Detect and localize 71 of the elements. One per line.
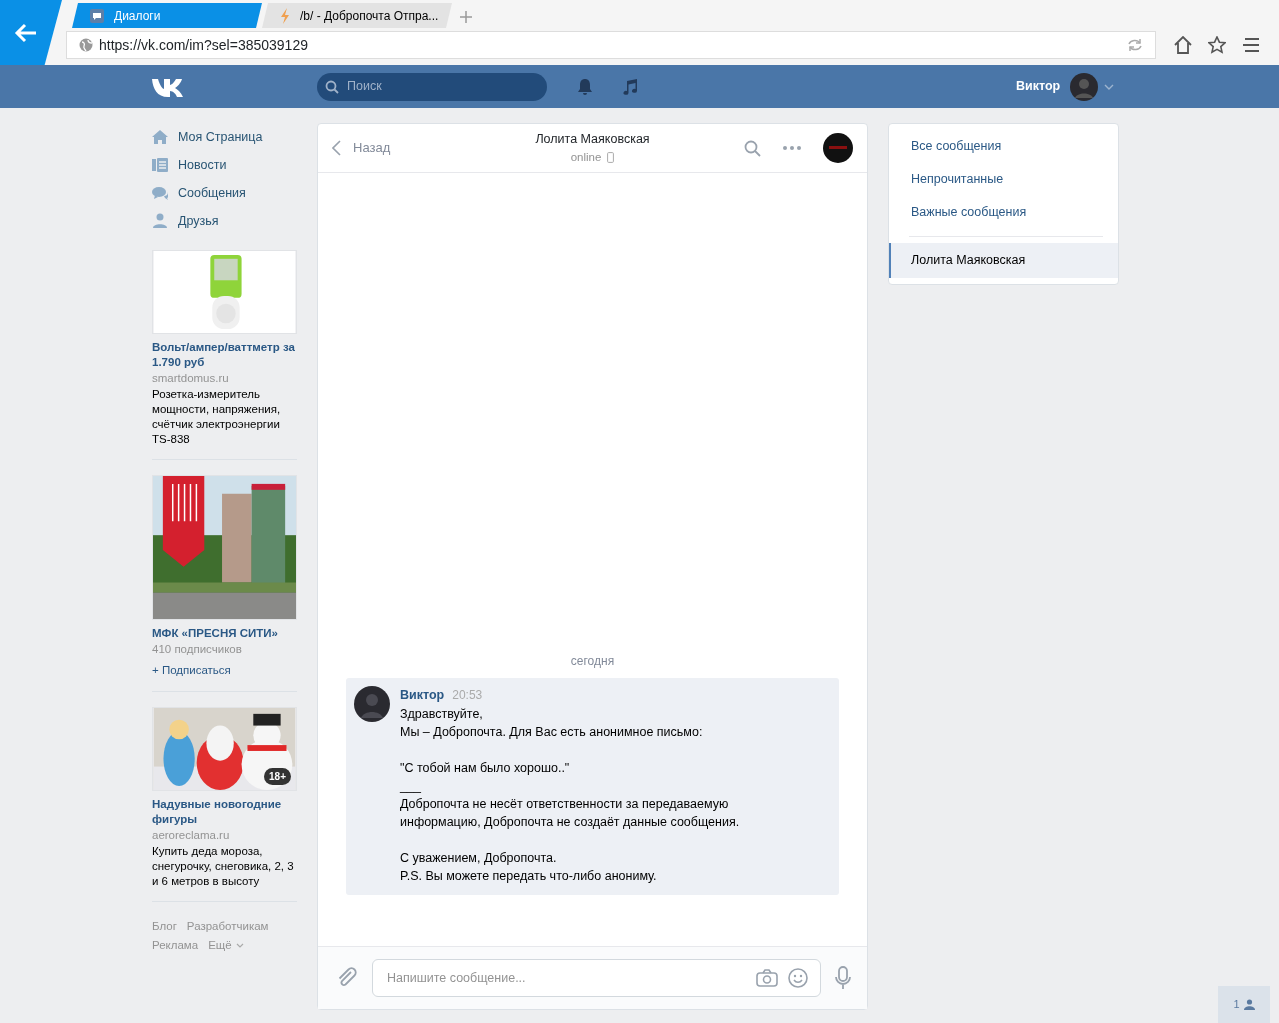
user-name[interactable]: Виктор: [1016, 77, 1061, 96]
bell-icon[interactable]: [576, 77, 594, 96]
browser-tab[interactable]: /b/ - Добропочта Отпра...: [262, 3, 452, 28]
url-text: https://vk.com/im?sel=385039129: [99, 35, 309, 55]
ad-title[interactable]: Надувные новогодние фигуры: [152, 796, 297, 827]
new-tab-icon[interactable]: [460, 11, 472, 23]
home-icon[interactable]: [1174, 36, 1192, 54]
chat-icon: [90, 8, 104, 23]
message-text: С уважением, Добропочта.: [400, 850, 558, 867]
dialog-item[interactable]: Лолита Маяковская: [889, 243, 1118, 278]
search-field[interactable]: Поиск: [345, 76, 525, 97]
home-icon: [152, 129, 168, 145]
search-icon[interactable]: [744, 139, 761, 157]
address-bar[interactable]: https://vk.com/im?sel=385039129: [66, 31, 1156, 59]
lightning-icon: [280, 7, 290, 24]
paperclip-icon[interactable]: [336, 967, 358, 989]
message-time: 20:53: [452, 687, 483, 705]
subscriber-count: 410 подписчиков: [152, 642, 243, 658]
logo-icon[interactable]: [152, 76, 185, 97]
ad-description: Купить деда мороза, снегурочку, снеговика, 2, 3 и 6 метров в высоту: [152, 844, 295, 889]
star-icon[interactable]: [1208, 36, 1226, 54]
reload-icon[interactable]: [1127, 38, 1143, 52]
avatar-icon[interactable]: [823, 133, 853, 163]
person-icon: [1243, 999, 1255, 1010]
sidebar-item[interactable]: Новости: [152, 151, 297, 179]
search-box[interactable]: Поиск: [317, 72, 547, 101]
message-text: Добропочта не несёт ответственности за передаваемую: [400, 796, 730, 813]
person-icon: [152, 213, 168, 229]
message-text: информацию, Добропочта не создаёт данные сообщения.: [400, 814, 740, 831]
message-text: Здравствуйте,: [400, 706, 484, 723]
back-link[interactable]: Назад: [332, 138, 512, 158]
phone-icon: [607, 151, 615, 163]
microphone-icon[interactable]: [835, 966, 851, 990]
author-link[interactable]: Виктор: [400, 686, 445, 705]
sidebar-item[interactable]: Сообщения: [152, 179, 297, 207]
sidebar-item[interactable]: Моя Страница: [152, 123, 297, 151]
message-text: "С тобой нам было хорошо..": [400, 760, 571, 777]
ad-title[interactable]: МФК «ПРЕСНЯ СИТИ»: [152, 626, 297, 642]
message-text: Мы – Добропочта. Для Вас есть анонимное письмо:: [400, 724, 704, 741]
avatar-icon: [354, 686, 390, 723]
subscribe-link[interactable]: + Подписаться: [152, 661, 297, 679]
globe-icon: [79, 38, 93, 52]
more-icon[interactable]: [783, 146, 801, 150]
back-button[interactable]: [0, 0, 62, 65]
ad-title[interactable]: Вольт/ампер/ваттметр за 1.790 руб: [152, 340, 297, 370]
back-arrow-icon: [14, 22, 38, 43]
browser-tab[interactable]: Диалоги: [72, 3, 262, 28]
ad-domain: smartdomus.ru: [152, 371, 230, 386]
message-text: ___: [400, 778, 422, 795]
filter-link[interactable]: Все сообщения: [889, 130, 1118, 163]
online-status: online: [570, 149, 602, 165]
speech-bubbles-icon: [152, 185, 168, 201]
sidebar-item[interactable]: Друзья: [152, 207, 297, 235]
caret-icon[interactable]: [1104, 83, 1115, 90]
date-divider: сегодня: [569, 653, 616, 671]
music-note-icon[interactable]: [621, 77, 639, 96]
ad-domain: aeroreclama.ru: [152, 827, 231, 843]
caret-icon: [235, 943, 244, 948]
filter-link[interactable]: Важные сообщения: [889, 195, 1118, 229]
smiley-icon[interactable]: [788, 968, 808, 988]
filter-link[interactable]: Непрочитанные: [889, 162, 1118, 196]
chat-title[interactable]: Лолита Маяковская: [512, 130, 673, 149]
online-friends-button[interactable]: 1: [1218, 986, 1270, 1023]
search-icon: [325, 79, 339, 94]
menu-icon[interactable]: [1242, 37, 1260, 53]
camera-icon[interactable]: [756, 969, 778, 987]
message-text: P.S. Вы можете передать что-либо анониму.: [400, 868, 658, 885]
newspaper-icon: [152, 157, 168, 173]
message-box[interactable]: Напишите сообщение...: [372, 959, 821, 997]
ad-description: Розетка-измеритель мощности, напряжения, счётчик электроэнергии TS-838: [152, 387, 282, 448]
chevron-left-icon: [332, 140, 341, 156]
